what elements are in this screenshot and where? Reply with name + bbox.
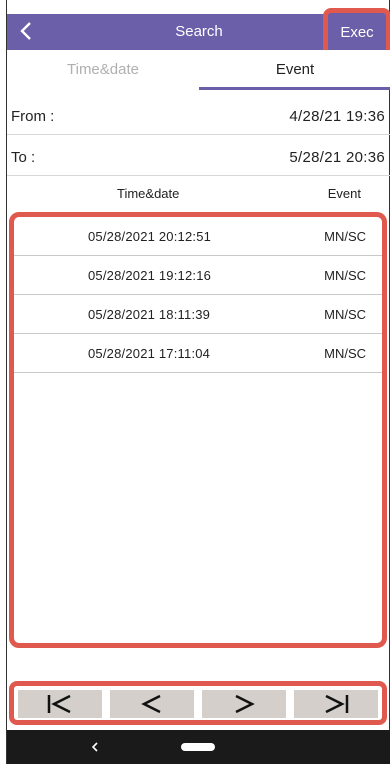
from-row[interactable]: From : 4/28/21 19:36 <box>7 99 390 135</box>
from-value[interactable]: 4/28/21 19:36 <box>289 108 385 125</box>
app-frame: Search Exec Time&date Event From : 4/28/… <box>6 0 390 764</box>
previous-page-button[interactable] <box>110 690 194 718</box>
last-page-button[interactable] <box>294 690 378 718</box>
tab-time-date[interactable]: Time&date <box>7 50 199 90</box>
app-bar: Search Exec <box>7 8 390 58</box>
table-row[interactable]: 05/28/2021 18:11:39 MN/SC <box>14 295 382 334</box>
next-page-button[interactable] <box>202 690 286 718</box>
from-label: From : <box>11 108 55 125</box>
system-home-icon[interactable] <box>181 743 215 751</box>
table-row[interactable]: 05/28/2021 20:12:51 MN/SC <box>14 217 382 256</box>
row-datetime: 05/28/2021 20:12:51 <box>88 229 212 244</box>
last-page-icon <box>325 694 349 714</box>
system-back-icon[interactable] <box>89 740 101 759</box>
column-header-time-date: Time&date <box>117 186 180 201</box>
row-event: MN/SC <box>324 229 366 244</box>
results-list[interactable]: 05/28/2021 20:12:51 MN/SC 05/28/2021 19:… <box>9 212 387 648</box>
to-label: To : <box>11 149 36 166</box>
column-header-event: Event <box>327 186 361 201</box>
row-datetime: 05/28/2021 17:11:04 <box>88 346 211 361</box>
tab-event[interactable]: Event <box>199 50 390 90</box>
table-row[interactable]: 05/28/2021 19:12:16 MN/SC <box>14 256 382 295</box>
row-event: MN/SC <box>324 268 366 283</box>
tab-bar: Time&date Event <box>7 50 390 90</box>
first-page-icon <box>47 694 71 714</box>
exec-button-label: Exec <box>340 24 374 41</box>
first-page-button[interactable] <box>18 690 102 718</box>
table-row[interactable]: 05/28/2021 17:11:04 MN/SC <box>14 334 382 373</box>
to-value[interactable]: 5/28/21 20:36 <box>289 149 385 166</box>
row-datetime: 05/28/2021 18:11:39 <box>88 307 211 322</box>
system-navigation-bar <box>7 730 390 764</box>
row-event: MN/SC <box>324 307 366 322</box>
row-event: MN/SC <box>324 346 366 361</box>
table-header: Time&date Event <box>7 178 390 208</box>
next-page-icon <box>235 694 255 714</box>
to-row[interactable]: To : 5/28/21 20:36 <box>7 140 390 176</box>
pager-bar <box>9 681 387 725</box>
previous-page-icon <box>141 694 161 714</box>
row-datetime: 05/28/2021 19:12:16 <box>88 268 212 283</box>
